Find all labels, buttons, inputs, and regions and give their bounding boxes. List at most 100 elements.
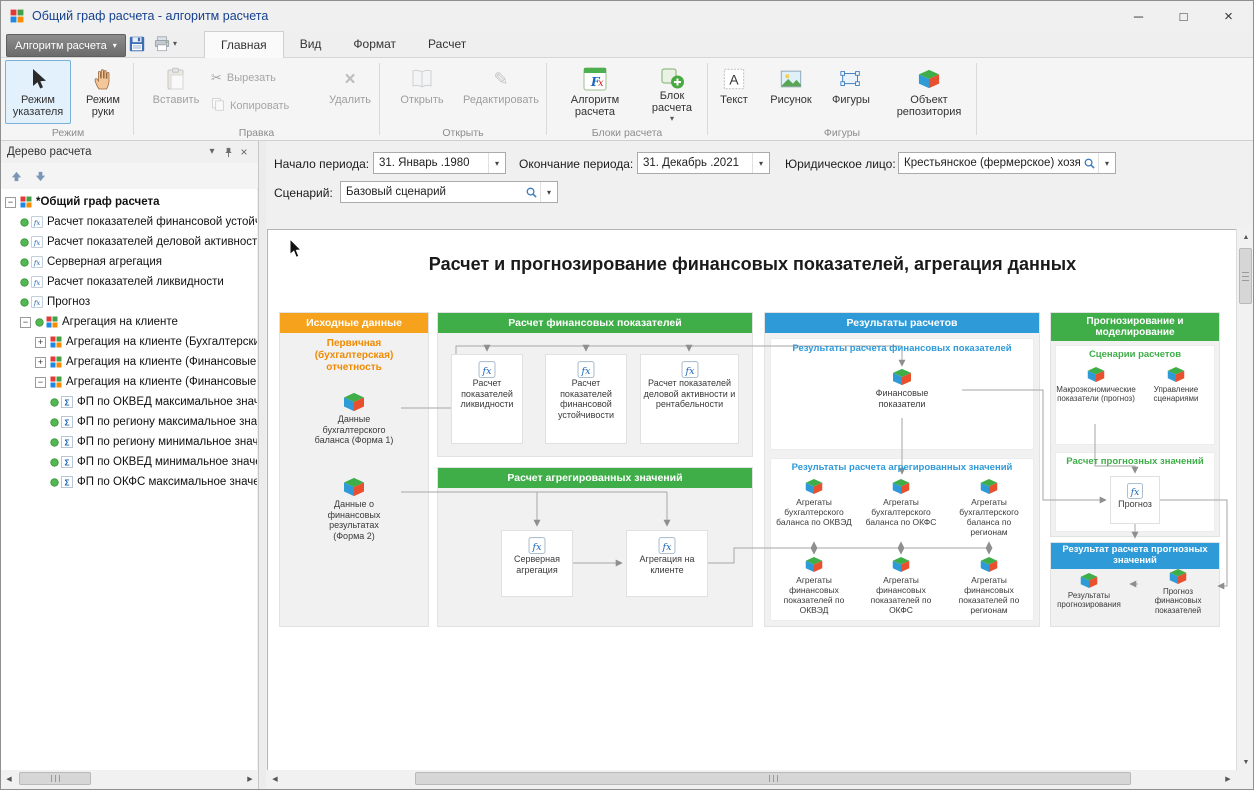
diagram-node-scenario-mgmt[interactable]: Управление сценариями <box>1137 366 1215 404</box>
diagram-node-liquidity[interactable]: fx Расчет показателей ликвидности <box>451 354 523 444</box>
scroll-left-icon[interactable]: ◀ <box>1 770 17 787</box>
collapse-icon[interactable]: − <box>35 377 46 388</box>
search-icon[interactable] <box>522 182 540 202</box>
calc-tree[interactable]: −*Общий граф расчетаfxРасчет показателей… <box>1 189 257 774</box>
canvas-hscroll-thumb[interactable] <box>415 772 1131 785</box>
scroll-right-icon[interactable]: ▶ <box>1220 770 1236 787</box>
canvas-hscrollbar[interactable]: ◀ ▶ <box>267 770 1236 787</box>
open-button[interactable]: Открыть <box>391 60 453 124</box>
node-status-icon <box>50 418 59 427</box>
dropdown-icon[interactable]: ▾ <box>752 153 769 173</box>
diagram-node-fp-okved[interactable]: Агрегаты финансовых показателей по ОКВЭД <box>774 556 854 615</box>
legal-entity-input[interactable]: Крестьянское (фермерское) хозя ▾ <box>898 152 1116 174</box>
diagram-node-bal-okfs[interactable]: Агрегаты бухгалтерского баланса по ОКФС <box>861 478 941 527</box>
tree-item[interactable]: ΣФП по ОКВЕД максимальное значение <box>1 392 257 412</box>
ribbon-group-shapes: Фигуры <box>708 127 976 139</box>
diagram-node-forecast-results[interactable]: Результаты прогнозирования <box>1054 572 1124 610</box>
shapes-button[interactable]: Фигуры <box>827 60 875 124</box>
chevron-down-icon[interactable]: ▾ <box>204 144 220 160</box>
close-button[interactable]: × <box>1206 1 1251 31</box>
tree-item[interactable]: fxРасчет показателей финансовой устойчив… <box>1 212 257 232</box>
diagram-node-activity[interactable]: fx Расчет показателей деловой активности… <box>640 354 739 444</box>
diagram-node-client-agg[interactable]: fx Агрегация на клиенте <box>626 530 708 597</box>
tree-item[interactable]: −*Общий граф расчета <box>1 192 257 212</box>
calc-block-button[interactable]: Блок расчета ▾ <box>641 60 703 124</box>
scroll-up-icon[interactable]: ▲ <box>1237 229 1254 245</box>
aggregation-icon <box>50 356 62 368</box>
maximize-button[interactable]: □ <box>1161 1 1206 31</box>
tree-item[interactable]: −Агрегация на клиенте (Финансовые показа… <box>1 372 257 392</box>
move-down-icon[interactable] <box>29 166 51 186</box>
diagram-node-fp-okfs[interactable]: Агрегаты финансовых показателей по ОКФС <box>861 556 941 615</box>
canvas-vscroll-thumb[interactable] <box>1239 248 1252 304</box>
diagram-node-forecast[interactable]: fx Прогноз <box>1110 476 1160 524</box>
tab-home[interactable]: Главная <box>204 31 284 58</box>
print-icon[interactable]: ▾ <box>153 35 177 53</box>
tree-item[interactable]: fxРасчет показателей ликвидности <box>1 272 257 292</box>
pin-icon[interactable] <box>220 144 236 160</box>
calc-block-dropdown-icon[interactable]: ▾ <box>670 115 674 124</box>
diagram-node-fin-indicators[interactable]: Финансовые показатели <box>867 368 937 409</box>
diagram-node-macro[interactable]: Макроэкономические показатели (прогноз) <box>1057 366 1135 404</box>
scenario-input[interactable]: Базовый сценарий ▾ <box>340 181 558 203</box>
tab-view[interactable]: Вид <box>284 31 338 57</box>
scroll-left-icon[interactable]: ◀ <box>267 770 283 787</box>
cube-icon <box>343 392 365 412</box>
diagram-node-fp-region[interactable]: Агрегаты финансовых показателей по регио… <box>948 556 1030 615</box>
diagram-node-server-agg[interactable]: fx Серверная агрегация <box>501 530 573 597</box>
hand-mode-button[interactable]: Режим руки <box>75 60 131 124</box>
diagram-node-bal-region[interactable]: Агрегаты бухгалтерского баланса по регио… <box>948 478 1030 537</box>
tree-item[interactable]: ΣФП по региону максимальное значение <box>1 412 257 432</box>
diagram-node-fin-forecast[interactable]: Прогноз финансовых показателей <box>1140 568 1216 615</box>
move-up-icon[interactable] <box>5 166 27 186</box>
collapse-icon[interactable]: − <box>5 197 16 208</box>
edit-button[interactable]: ✎ Редактировать <box>459 60 543 124</box>
tree-item[interactable]: −Агрегация на клиенте <box>1 312 257 332</box>
tree-item[interactable]: +Агрегация на клиенте (Бухгалтерский бал… <box>1 332 257 352</box>
app-menu-button[interactable]: Алгоритм расчета▾ <box>6 34 126 57</box>
period-end-label: Окончание периода: <box>519 157 633 171</box>
repo-object-button[interactable]: Объект репозитория <box>889 60 969 124</box>
tree-hscroll-thumb[interactable] <box>19 772 91 785</box>
picture-button[interactable]: Рисунок <box>763 60 819 124</box>
search-icon[interactable] <box>1080 153 1098 173</box>
diagram-node-bal-okved[interactable]: Агрегаты бухгалтерского баланса по ОКВЭД <box>774 478 854 527</box>
diagram-node-form1[interactable]: Данные бухгалтерского баланса (Форма 1) <box>284 392 424 446</box>
tree-item[interactable]: fxСерверная агрегация <box>1 252 257 272</box>
cut-button[interactable]: ✂ Вырезать <box>211 71 276 84</box>
copy-button[interactable]: Копировать <box>211 97 289 114</box>
sigma-icon: Σ <box>61 416 73 428</box>
scroll-down-icon[interactable]: ▼ <box>1237 754 1254 770</box>
canvas-vscrollbar[interactable]: ▲ ▼ <box>1236 229 1254 770</box>
expand-icon[interactable]: + <box>35 337 46 348</box>
dropdown-icon[interactable]: ▾ <box>540 182 557 202</box>
tree-item[interactable]: fxРасчет показателей деловой активности <box>1 232 257 252</box>
delete-button[interactable]: × Удалить <box>323 60 377 124</box>
period-end-input[interactable]: 31. Декабрь .2021 ▾ <box>637 152 770 174</box>
tree-hscrollbar[interactable]: ◀ ▶ <box>1 770 258 787</box>
tree-item[interactable]: ΣФП по ОКФС максимальное значение <box>1 472 257 492</box>
period-start-input[interactable]: 31. Январь .1980 ▾ <box>373 152 506 174</box>
dropdown-icon[interactable]: ▾ <box>1098 153 1115 173</box>
minimize-button[interactable]: ─ <box>1116 1 1161 31</box>
tab-format[interactable]: Формат <box>337 31 412 57</box>
tab-calc[interactable]: Расчет <box>412 31 482 57</box>
scroll-right-icon[interactable]: ▶ <box>242 770 258 787</box>
pointer-mode-button[interactable]: Режим указателя <box>5 60 71 124</box>
tree-item[interactable]: ΣФП по ОКВЕД минимальное значение <box>1 452 257 472</box>
diagram-canvas[interactable]: Расчет и прогнозирование финансовых пока… <box>267 229 1238 771</box>
dropdown-icon[interactable]: ▾ <box>488 153 505 173</box>
panel-close-icon[interactable]: × <box>236 144 252 160</box>
diagram-node-form2[interactable]: Данные о финансовых результатах (Форма 2… <box>284 477 424 541</box>
paste-button[interactable]: Вставить <box>149 60 203 124</box>
save-icon[interactable] <box>128 35 146 53</box>
tree-item[interactable]: ΣФП по региону минимальное значение <box>1 432 257 452</box>
diagram-node-stability[interactable]: fx Расчет показателей финансовой устойчи… <box>545 354 627 444</box>
text-button[interactable]: A Текст <box>713 60 755 124</box>
expand-icon[interactable]: + <box>35 357 46 368</box>
tree-item[interactable]: +Агрегация на клиенте (Финансовые показа… <box>1 352 257 372</box>
panel-splitter[interactable] <box>259 141 266 790</box>
calc-algorithm-button[interactable]: Fx Алгоритм расчета <box>557 60 633 124</box>
tree-item[interactable]: fxПрогноз <box>1 292 257 312</box>
collapse-icon[interactable]: − <box>20 317 31 328</box>
